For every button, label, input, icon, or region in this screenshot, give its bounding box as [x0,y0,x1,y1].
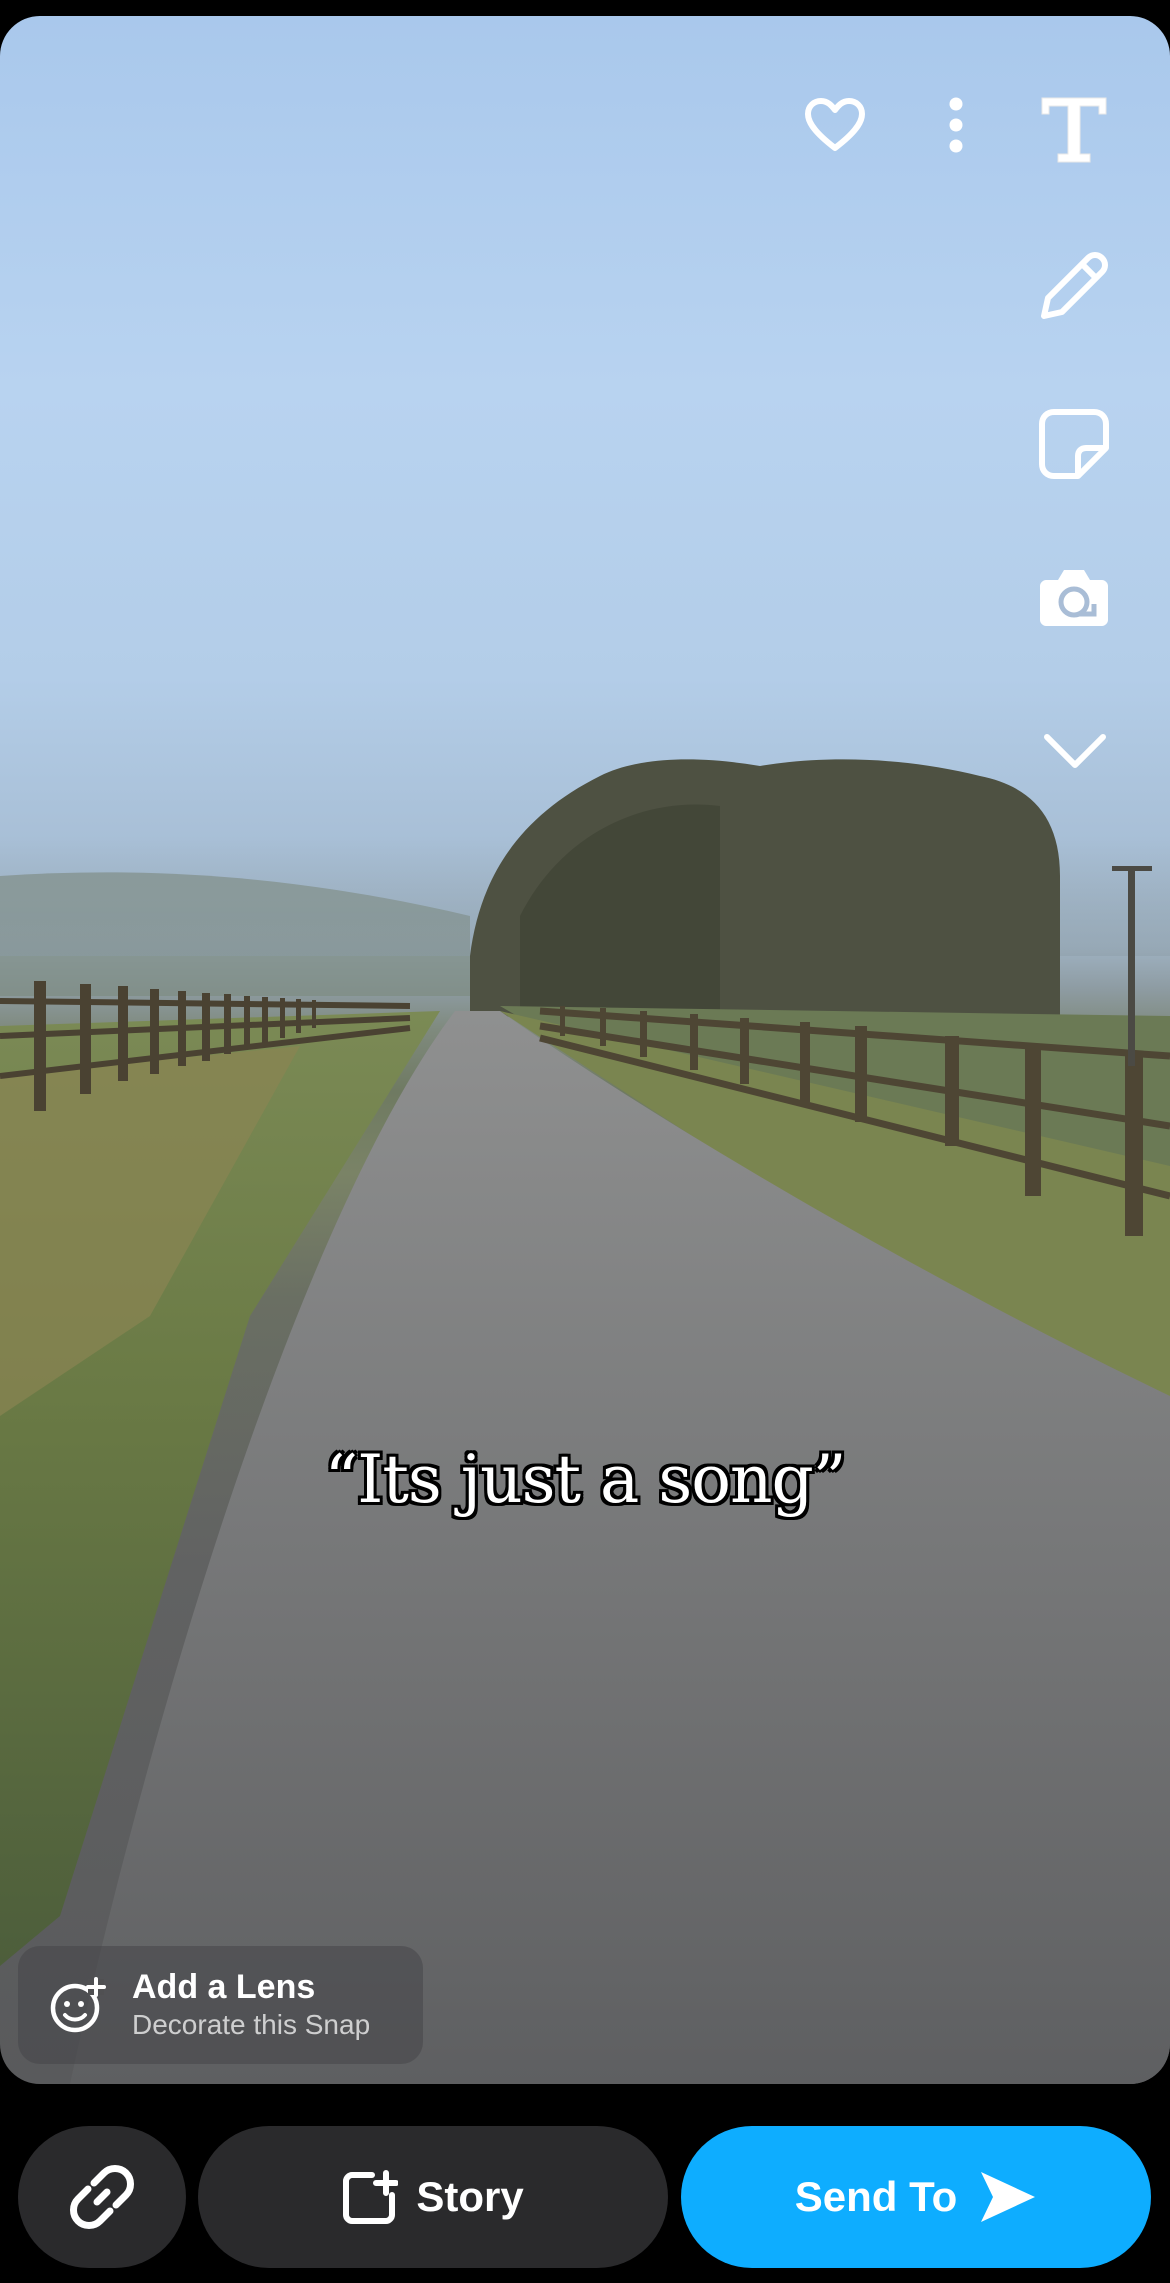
story-button-label: Story [416,2173,524,2220]
story-button[interactable]: Story [198,2126,668,2268]
heart-icon[interactable] [800,94,870,156]
link-icon [70,2165,134,2229]
snap-caption[interactable]: “Its just a song” [0,1441,1170,1518]
add-lens-icon [50,1977,106,2033]
bottom-action-bar: Story Send To [0,2084,1170,2283]
add-story-icon [343,2170,399,2224]
send-arrow-icon [981,2172,1036,2222]
snap-preview: “Its just a song” Add a Lens Decorate th… [0,16,1170,2084]
add-lens-subtitle: Decorate this Snap [132,2009,371,2040]
send-to-label: Send To [794,2173,958,2220]
snap-photo [0,759,1170,2084]
send-to-button[interactable]: Send To [681,2126,1151,2268]
add-lens-title: Add a Lens [132,1968,316,2006]
add-lens-card[interactable]: Add a Lens Decorate this Snap [18,1946,423,2064]
camera-rotate-icon[interactable] [1034,556,1114,636]
more-vert-icon[interactable] [940,94,972,156]
pencil-icon[interactable] [1034,244,1114,324]
link-button[interactable] [18,2126,186,2268]
text-tool-icon[interactable] [1034,88,1114,168]
sticker-icon[interactable] [1034,404,1114,484]
chevron-down-icon[interactable] [1040,726,1110,776]
